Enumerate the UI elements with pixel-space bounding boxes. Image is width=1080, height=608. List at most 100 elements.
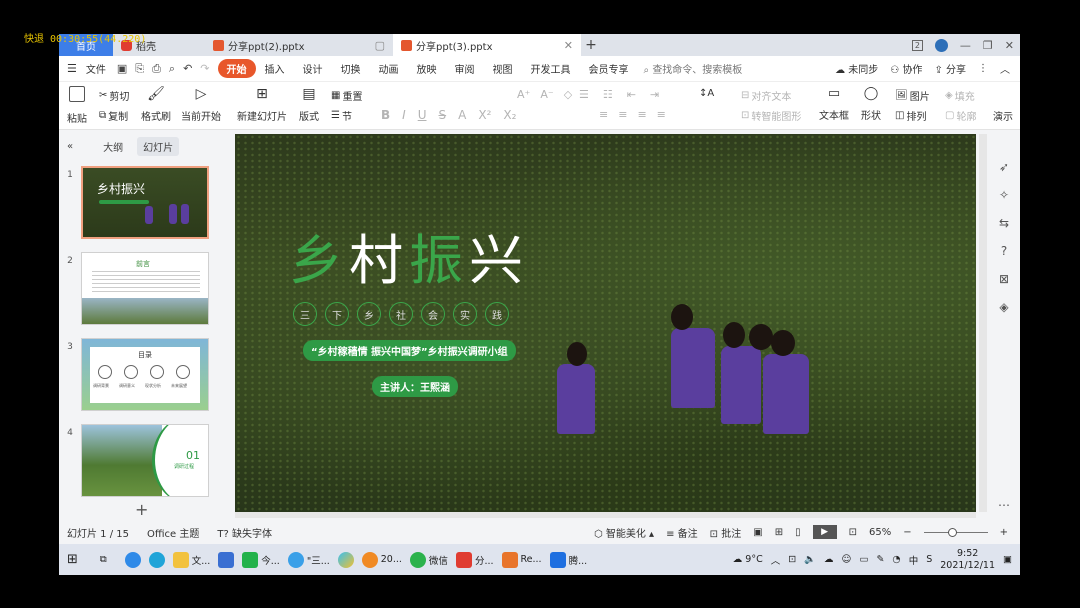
workspace-icon[interactable]: 2 — [911, 39, 923, 51]
collaborate-button[interactable]: ⚇ 协作 — [890, 61, 922, 76]
play-slideshow-button[interactable]: ▶ — [812, 525, 837, 539]
menu-insert[interactable]: 插入 — [256, 61, 294, 76]
volume-icon[interactable]: 🔈 — [804, 554, 816, 565]
taskbar-app-tencent[interactable]: 腾... — [549, 551, 587, 568]
font-color-icon[interactable]: A — [458, 108, 466, 122]
clear-format-icon[interactable]: ◇ — [564, 88, 572, 101]
tab-outline[interactable]: 大纲 — [103, 139, 123, 154]
wifi-icon[interactable]: ◔ — [892, 554, 900, 565]
menu-animation[interactable]: 动画 — [370, 61, 408, 76]
format-painter-button[interactable]: 🖌 格式刷 — [141, 86, 171, 123]
reset-button[interactable]: ▦ 重置 — [331, 88, 362, 103]
pen-icon[interactable]: ✎ — [876, 554, 884, 565]
slide-thumb-2[interactable]: 前言 — [81, 252, 209, 325]
weather-widget[interactable]: ☁ 9°C — [733, 554, 763, 565]
slide-thumb-3[interactable]: 目录 调研背景 调研意义 现状分析 未来展望 — [81, 338, 209, 411]
taskbar-app-qq[interactable]: "三... — [287, 551, 330, 568]
layout-button[interactable]: ▤ 版式 — [299, 86, 319, 123]
text-direction-button[interactable]: ↕A — [699, 88, 714, 99]
menu-review[interactable]: 审阅 — [446, 61, 484, 76]
more-icon[interactable]: ⋮ — [978, 63, 988, 74]
taskbar-app-store[interactable] — [218, 551, 235, 568]
close-icon[interactable]: ✕ — [1005, 39, 1014, 52]
theme-name[interactable]: Office 主题 — [147, 525, 199, 540]
slide-thumb-4[interactable]: 01 调研过程 — [81, 424, 209, 497]
notification-icon[interactable]: ▣ — [1003, 554, 1012, 565]
underline-icon[interactable]: U — [418, 108, 427, 122]
paste-button[interactable]: 粘贴 — [67, 86, 87, 125]
justify-icon[interactable]: ≡ — [657, 108, 666, 121]
clock[interactable]: 9:52 2021/12/11 — [940, 548, 995, 572]
sync-button[interactable]: ☁ 未同步 — [835, 61, 878, 76]
pin-icon[interactable]: ✧ — [999, 188, 1009, 202]
zoom-out-icon[interactable]: − — [903, 527, 911, 538]
rocket-icon[interactable]: ➶ — [999, 160, 1009, 174]
subscript-icon[interactable]: X₂ — [503, 108, 516, 122]
taskbar-app-sogou[interactable] — [124, 551, 141, 568]
indent-icon[interactable]: ⇤ — [627, 88, 636, 101]
menu-design[interactable]: 设计 — [294, 61, 332, 76]
print-icon[interactable]: ⎙ — [152, 62, 161, 76]
minimize-icon[interactable]: — — [960, 39, 971, 52]
menu-transition[interactable]: 切换 — [332, 61, 370, 76]
missing-font-button[interactable]: T? 缺失字体 — [217, 525, 272, 540]
switch-icon[interactable]: ⇆ — [999, 216, 1009, 230]
redo-icon[interactable]: ↷ — [200, 62, 209, 76]
group-banner[interactable]: “乡村稼穑情 振兴中国梦”乡村振兴调研小组 — [303, 340, 516, 361]
taskbar-app-edge[interactable] — [148, 551, 165, 568]
arrange-button[interactable]: ◫ 排列 — [895, 108, 926, 123]
restore-icon[interactable]: ❐ — [983, 39, 993, 52]
superscript-icon[interactable]: X² — [478, 108, 491, 122]
add-slide-button[interactable]: + — [135, 500, 148, 519]
image-tool-icon[interactable]: ⊠ — [999, 272, 1009, 286]
vertical-scrollbar[interactable] — [979, 134, 987, 512]
shrink-font-icon[interactable]: A⁻ — [540, 88, 553, 101]
align-left-icon[interactable]: ≡ — [599, 108, 608, 121]
menu-developer[interactable]: 开发工具 — [522, 61, 580, 76]
share-button[interactable]: ⇪ 分享 — [934, 61, 966, 76]
taskbar-app-wps[interactable]: 分... — [455, 551, 494, 568]
bullet-list-icon[interactable]: ☰ — [579, 88, 589, 101]
taskbar-app-recorder[interactable]: Re... — [501, 551, 542, 568]
outdent-icon[interactable]: ⇥ — [650, 88, 659, 101]
bold-icon[interactable]: B — [381, 108, 390, 122]
user-icon[interactable]: ☺ — [842, 554, 852, 565]
hamburger-icon[interactable]: ☰ — [67, 62, 77, 75]
align-text-button[interactable]: ⊟ 对齐文本 — [741, 88, 791, 103]
zoom-slider-knob[interactable] — [948, 527, 958, 537]
reading-view-icon[interactable]: ▯ — [795, 527, 801, 538]
menu-home[interactable]: 开始 — [217, 59, 256, 78]
avatar[interactable] — [934, 38, 948, 52]
tab-slides[interactable]: 幻灯片 — [137, 136, 180, 156]
new-tab-button[interactable]: + — [581, 34, 601, 56]
more-dots-icon[interactable]: ⋯ — [998, 498, 1010, 512]
taskbar-app-player[interactable] — [337, 551, 354, 568]
screen-icon[interactable]: ⊡ — [788, 554, 796, 565]
grid-view-icon[interactable]: ⊞ — [775, 527, 783, 538]
menu-file[interactable]: 文件 — [77, 61, 115, 76]
grow-font-icon[interactable]: A⁺ — [517, 88, 530, 101]
beautify-button[interactable]: ⬡ 智能美化 ▴ — [594, 525, 654, 540]
undo-icon[interactable]: ↶ — [183, 62, 192, 76]
location-icon[interactable]: ◈ — [999, 300, 1008, 314]
smart-graphic-button[interactable]: ⊡ 转智能图形 — [741, 108, 801, 123]
taskbar-app-wechat[interactable]: 微信 — [409, 551, 448, 568]
command-search[interactable]: ⌕ 查找命令、搜索模板 — [644, 61, 743, 76]
zoom-level[interactable]: 65% — [869, 527, 891, 538]
preview-icon[interactable]: ⌕ — [169, 62, 175, 76]
close-tab-icon[interactable]: ✕ — [564, 39, 573, 52]
horizontal-scrollbar[interactable] — [235, 512, 976, 518]
tab-file-2[interactable]: 分享ppt(2).pptx ▢ — [205, 34, 393, 56]
slide-thumb-1[interactable]: 乡村振兴 — [81, 166, 209, 239]
menu-view[interactable]: 视图 — [484, 61, 522, 76]
number-list-icon[interactable]: ☷ — [603, 88, 613, 101]
tray-expand-icon[interactable]: ︿ — [771, 553, 781, 567]
menu-member[interactable]: 会员专享 — [580, 61, 638, 76]
save-icon[interactable]: ▣ — [117, 62, 127, 76]
strikethrough-icon[interactable]: S — [439, 108, 447, 122]
network-icon[interactable]: ☁ — [824, 554, 834, 565]
present-button[interactable]: 演示 — [993, 108, 1013, 123]
tab-pin-icon[interactable]: ▢ — [375, 39, 385, 52]
slide-title[interactable]: 乡村振兴 — [289, 216, 529, 295]
notes-button[interactable]: ≡ 备注 — [666, 525, 698, 540]
